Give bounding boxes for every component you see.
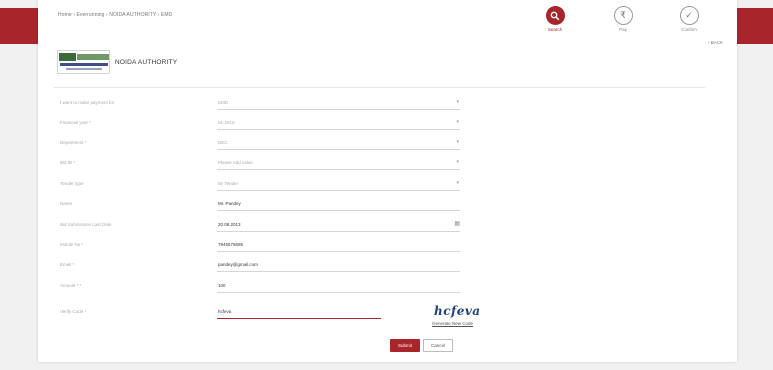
mobile-label: Mobile No * — [60, 242, 84, 247]
step-label: Search — [547, 27, 563, 32]
bid-date-input[interactable]: 20.08.2013 ▦ — [217, 220, 460, 232]
amount-label: Amount * * — [60, 283, 82, 288]
row-bid-date: Bid Submission Last Date 20.08.2013 ▦ — [60, 220, 500, 232]
cancel-button[interactable]: Cancel — [423, 339, 453, 352]
mobile-input[interactable]: 7945575695 — [217, 240, 460, 252]
row-bid-id: Bid ID * Please Add value ▾ — [60, 158, 500, 170]
payment-for-value: EMD — [218, 100, 228, 105]
left-accent-band — [0, 8, 38, 44]
chevron-down-icon: ▾ — [456, 180, 459, 186]
tender-type-value: By Tender — [218, 181, 239, 186]
chevron-down-icon: ▾ — [456, 99, 459, 105]
org-header: NOIDA AUTHORITY — [57, 50, 177, 74]
generate-new-code-link[interactable]: Generate New Code — [432, 321, 473, 326]
check-icon: ✓ — [679, 6, 699, 25]
chevron-down-icon: ▾ — [456, 119, 459, 125]
bid-id-value: Please Add value — [218, 160, 253, 165]
email-input[interactable]: pandey@gmail.com — [217, 260, 460, 272]
department-select[interactable]: DEC ▾ — [217, 138, 460, 150]
email-label: Email * — [60, 262, 75, 267]
tender-type-select[interactable]: By Tender ▾ — [217, 179, 460, 191]
payment-for-select[interactable]: EMD ▾ — [217, 98, 460, 110]
row-tender-type: Tender type By Tender ▾ — [60, 179, 500, 191]
name-label: Name — [60, 201, 73, 206]
bid-date-label: Bid Submission Last Date — [60, 222, 112, 227]
row-amount: Amount * * 100 — [60, 281, 500, 293]
org-name: NOIDA AUTHORITY — [115, 58, 178, 66]
calendar-icon[interactable]: ▦ — [454, 220, 460, 229]
captcha-image: hcfeva — [434, 304, 481, 318]
bid-date-value: 20.08.2013 — [218, 222, 241, 227]
department-label: Department * — [60, 140, 87, 145]
verify-code-label: Verify Code * — [60, 309, 87, 314]
financial-year-label: Financial year * — [60, 120, 92, 125]
chevron-down-icon: ▾ — [456, 159, 459, 165]
row-email: Email * pandey@gmail.com — [60, 260, 500, 272]
search-icon — [545, 6, 565, 25]
back-link[interactable]: ‹ BACK — [708, 40, 723, 45]
step-pay[interactable]: ₹ Pay — [603, 6, 643, 32]
payment-for-label: I want to make payment for — [60, 100, 115, 105]
step-label: Pay — [619, 27, 627, 32]
department-value: DEC — [218, 140, 228, 145]
bid-id-select[interactable]: Please Add value ▾ — [217, 158, 460, 170]
step-confirm[interactable]: ✓ Confirm — [669, 6, 709, 32]
divider — [54, 87, 705, 88]
bid-id-label: Bid ID * — [60, 160, 76, 165]
progress-steps: Search ₹ Pay ✓ Confirm — [38, 6, 737, 36]
payment-card: Home › Everrunning › NOIDA AUTHORITY › E… — [38, 0, 737, 362]
amount-input[interactable]: 100 — [217, 281, 460, 293]
tender-type-label: Tender type — [60, 181, 84, 186]
noida-authority-logo — [57, 50, 110, 74]
step-label: Confirm — [681, 27, 697, 32]
financial-year-value: 01-2019 — [218, 120, 235, 125]
row-name: Name Mr. Pandey — [60, 199, 500, 211]
rupee-icon: ₹ — [613, 6, 633, 25]
chevron-down-icon: ▾ — [456, 139, 459, 145]
financial-year-select[interactable]: 01-2019 ▾ — [217, 118, 460, 130]
row-mobile: Mobile No * 7945575695 — [60, 240, 500, 252]
name-input[interactable]: Mr. Pandey — [217, 199, 460, 211]
right-accent-band — [737, 8, 773, 44]
row-payment-for: I want to make payment for EMD ▾ — [60, 98, 500, 110]
submit-button[interactable]: Submit — [390, 339, 420, 352]
verify-code-input[interactable]: hcfeva — [217, 307, 381, 319]
row-department: Department * DEC ▾ — [60, 138, 500, 150]
row-financial-year: Financial year * 01-2019 ▾ — [60, 118, 500, 130]
step-search[interactable]: Search — [535, 6, 575, 32]
